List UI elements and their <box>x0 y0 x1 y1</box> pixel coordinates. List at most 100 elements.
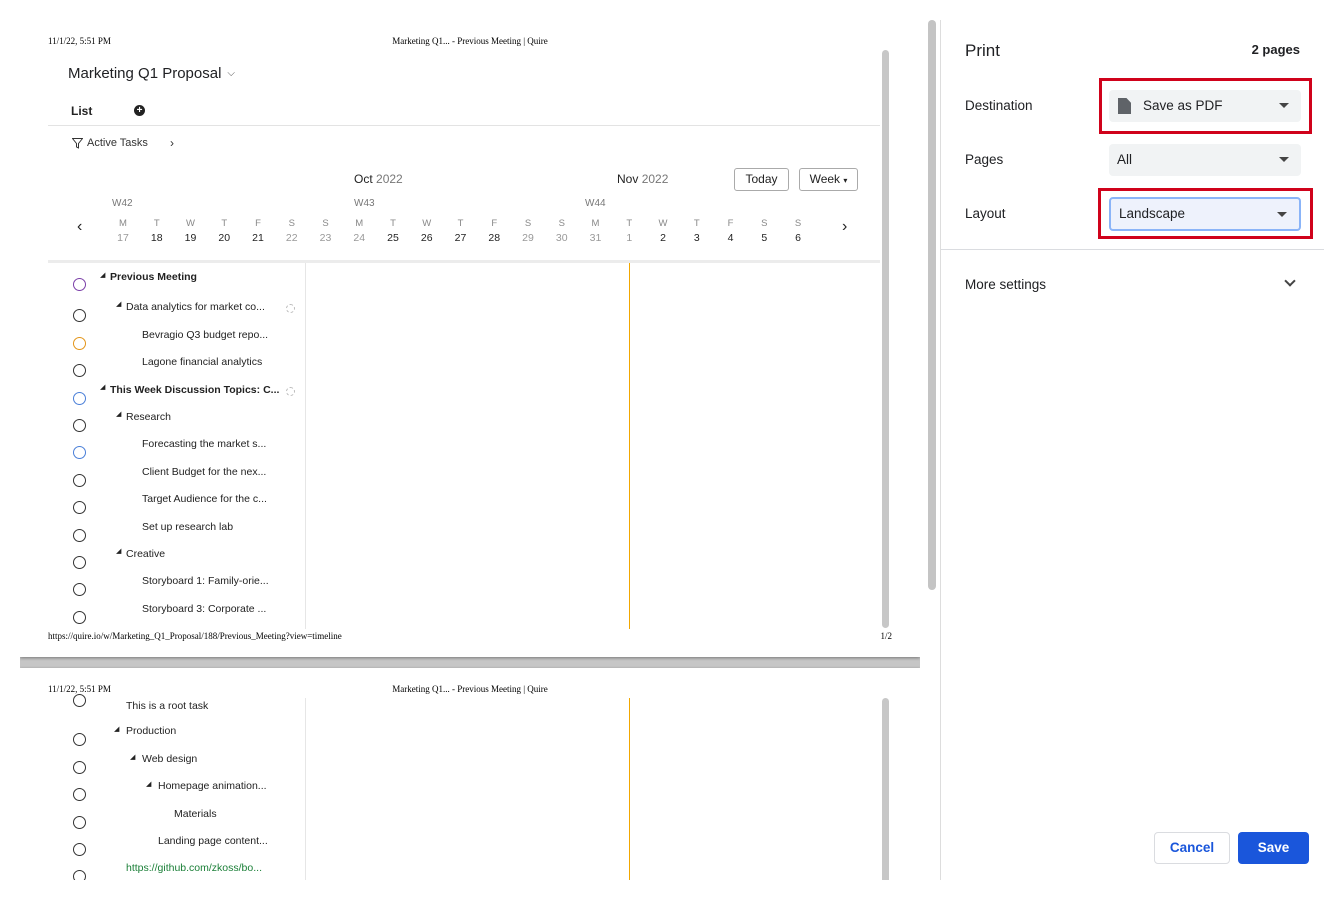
task-name: Target Audience for the c... <box>142 493 267 506</box>
task-checkbox-icon <box>73 473 86 487</box>
task-name: Previous Meeting <box>110 271 197 283</box>
timeline-day: F 28 <box>482 218 506 244</box>
day-number: 4 <box>727 232 734 244</box>
day-number: 2 <box>660 232 666 244</box>
day-letter: T <box>626 218 633 229</box>
destination-select[interactable]: Save as PDF <box>1109 90 1301 122</box>
timeline-day: M 17 <box>111 218 135 244</box>
task-checkbox-icon <box>73 760 86 774</box>
task-row: This is a root task <box>20 692 320 719</box>
day-number: 26 <box>420 232 433 244</box>
task-name: This Week Discussion Topics: C... <box>110 383 280 396</box>
timeline-day: F 21 <box>246 218 270 244</box>
today-marker <box>629 263 630 629</box>
task-name: Materials <box>174 807 217 820</box>
chevron-down-icon[interactable] <box>1284 275 1296 287</box>
day-number: 18 <box>150 232 163 244</box>
day-number: 23 <box>319 232 332 244</box>
timeline-day: W 26 <box>415 218 439 244</box>
dependency-icon <box>286 304 295 314</box>
task-name: Storyboard 1: Family-orie... <box>142 575 269 588</box>
week-dropdown: Week ▾ <box>799 168 858 191</box>
task-row: https://github.com/zkoss/bo... <box>20 856 320 880</box>
day-number: 3 <box>693 232 700 244</box>
timeline-day: T3 <box>685 218 709 244</box>
day-number: 6 <box>795 232 801 244</box>
timeline-day: W2 <box>651 218 675 244</box>
task-name: Homepage animation... <box>158 780 267 793</box>
task-name: Storyboard 3: Corporate ... <box>142 602 267 615</box>
layout-select[interactable]: Landscape <box>1109 197 1301 231</box>
expand-triangle-icon: ◢ <box>130 753 136 761</box>
chevron-right-icon: › <box>170 136 174 150</box>
task-row: Materials <box>20 802 320 829</box>
task-checkbox-icon <box>73 788 86 802</box>
filter-label: Active Tasks <box>87 137 148 149</box>
task-checkbox-icon <box>73 278 86 291</box>
week-number: W42 <box>112 198 133 209</box>
task-row: Storyboard 1: Family-orie... <box>20 568 320 597</box>
task-name: Lagone financial analytics <box>142 356 263 369</box>
task-checkbox-icon <box>73 870 86 880</box>
project-title-text: Marketing Q1 Proposal <box>68 65 222 82</box>
task-checkbox-icon <box>73 528 86 542</box>
print-settings-panel: Print 2 pages Destination Save as PDF Pa… <box>940 20 1324 880</box>
print-preview-area[interactable]: 11/1/22, 5:51 PM Marketing Q1... - Previ… <box>20 20 920 880</box>
task-row: Lagone financial analytics <box>20 349 320 378</box>
timeline-day: S 23 <box>314 218 338 244</box>
preview-scrollbar[interactable] <box>928 20 936 590</box>
destination-value: Save as PDF <box>1143 98 1223 113</box>
task-name: Data analytics for market co... <box>126 301 265 314</box>
timeline-day: T 18 <box>145 218 169 244</box>
task-checkbox-icon <box>73 694 86 707</box>
month-year: 2022 <box>641 172 669 186</box>
day-number: 17 <box>117 232 129 244</box>
task-checkbox-icon <box>73 419 86 432</box>
divider <box>941 249 1324 250</box>
task-row: Bevragio Q3 budget repo... <box>20 322 320 350</box>
task-checkbox-icon <box>73 336 86 350</box>
timeline-day: T1 <box>617 218 641 244</box>
today-button: Today <box>734 168 789 191</box>
day-number: 27 <box>454 232 467 244</box>
more-settings-toggle[interactable]: More settings <box>965 277 1046 292</box>
month-label-oct: Oct 2022 <box>354 172 403 186</box>
month-label-nov: Nov 2022 <box>617 172 668 186</box>
task-name: Creative <box>126 548 166 560</box>
page-footer-number: 1/2 <box>880 631 892 641</box>
today-marker <box>629 698 630 880</box>
caret-down-icon <box>1277 212 1287 217</box>
next-arrow-icon: › <box>842 218 848 235</box>
project-title: Marketing Q1 Proposal ⌵ <box>68 65 235 82</box>
expand-triangle-icon: ◢ <box>116 301 122 309</box>
cancel-button[interactable]: Cancel <box>1154 832 1230 864</box>
layout-label: Layout <box>965 206 1006 221</box>
day-letter: S <box>524 218 532 229</box>
week-number: W44 <box>585 198 606 209</box>
task-name: Bevragio Q3 budget repo... <box>142 328 269 341</box>
layout-value: Landscape <box>1119 206 1186 221</box>
task-checkbox-icon <box>73 309 86 323</box>
task-name: Production <box>126 725 177 738</box>
page-scrollbar <box>882 698 889 880</box>
day-letter: W <box>422 218 432 229</box>
task-checkbox-icon <box>73 733 86 747</box>
pages-value: All <box>1117 152 1133 167</box>
task-name: Forecasting the market s... <box>142 438 267 451</box>
task-row: ◢ This Week Discussion Topics: C... <box>20 377 320 405</box>
task-row: Landing page content... <box>20 829 320 856</box>
day-number: 24 <box>353 232 366 244</box>
week-number: W43 <box>354 198 375 209</box>
task-checkbox-icon <box>73 446 86 460</box>
chevron-down-icon: ⌵ <box>227 68 235 79</box>
timeline-day: M 31 <box>584 218 608 244</box>
expand-triangle-icon: ◢ <box>100 272 106 279</box>
page-scrollbar <box>882 50 889 628</box>
day-letter: S <box>322 218 329 229</box>
pages-select[interactable]: All <box>1109 144 1301 176</box>
timeline-day: M 24 <box>347 218 371 244</box>
timeline-header-separator <box>48 260 880 263</box>
save-button[interactable]: Save <box>1238 832 1309 864</box>
task-checkbox-icon <box>73 843 86 856</box>
expand-triangle-icon: ◢ <box>100 383 106 391</box>
